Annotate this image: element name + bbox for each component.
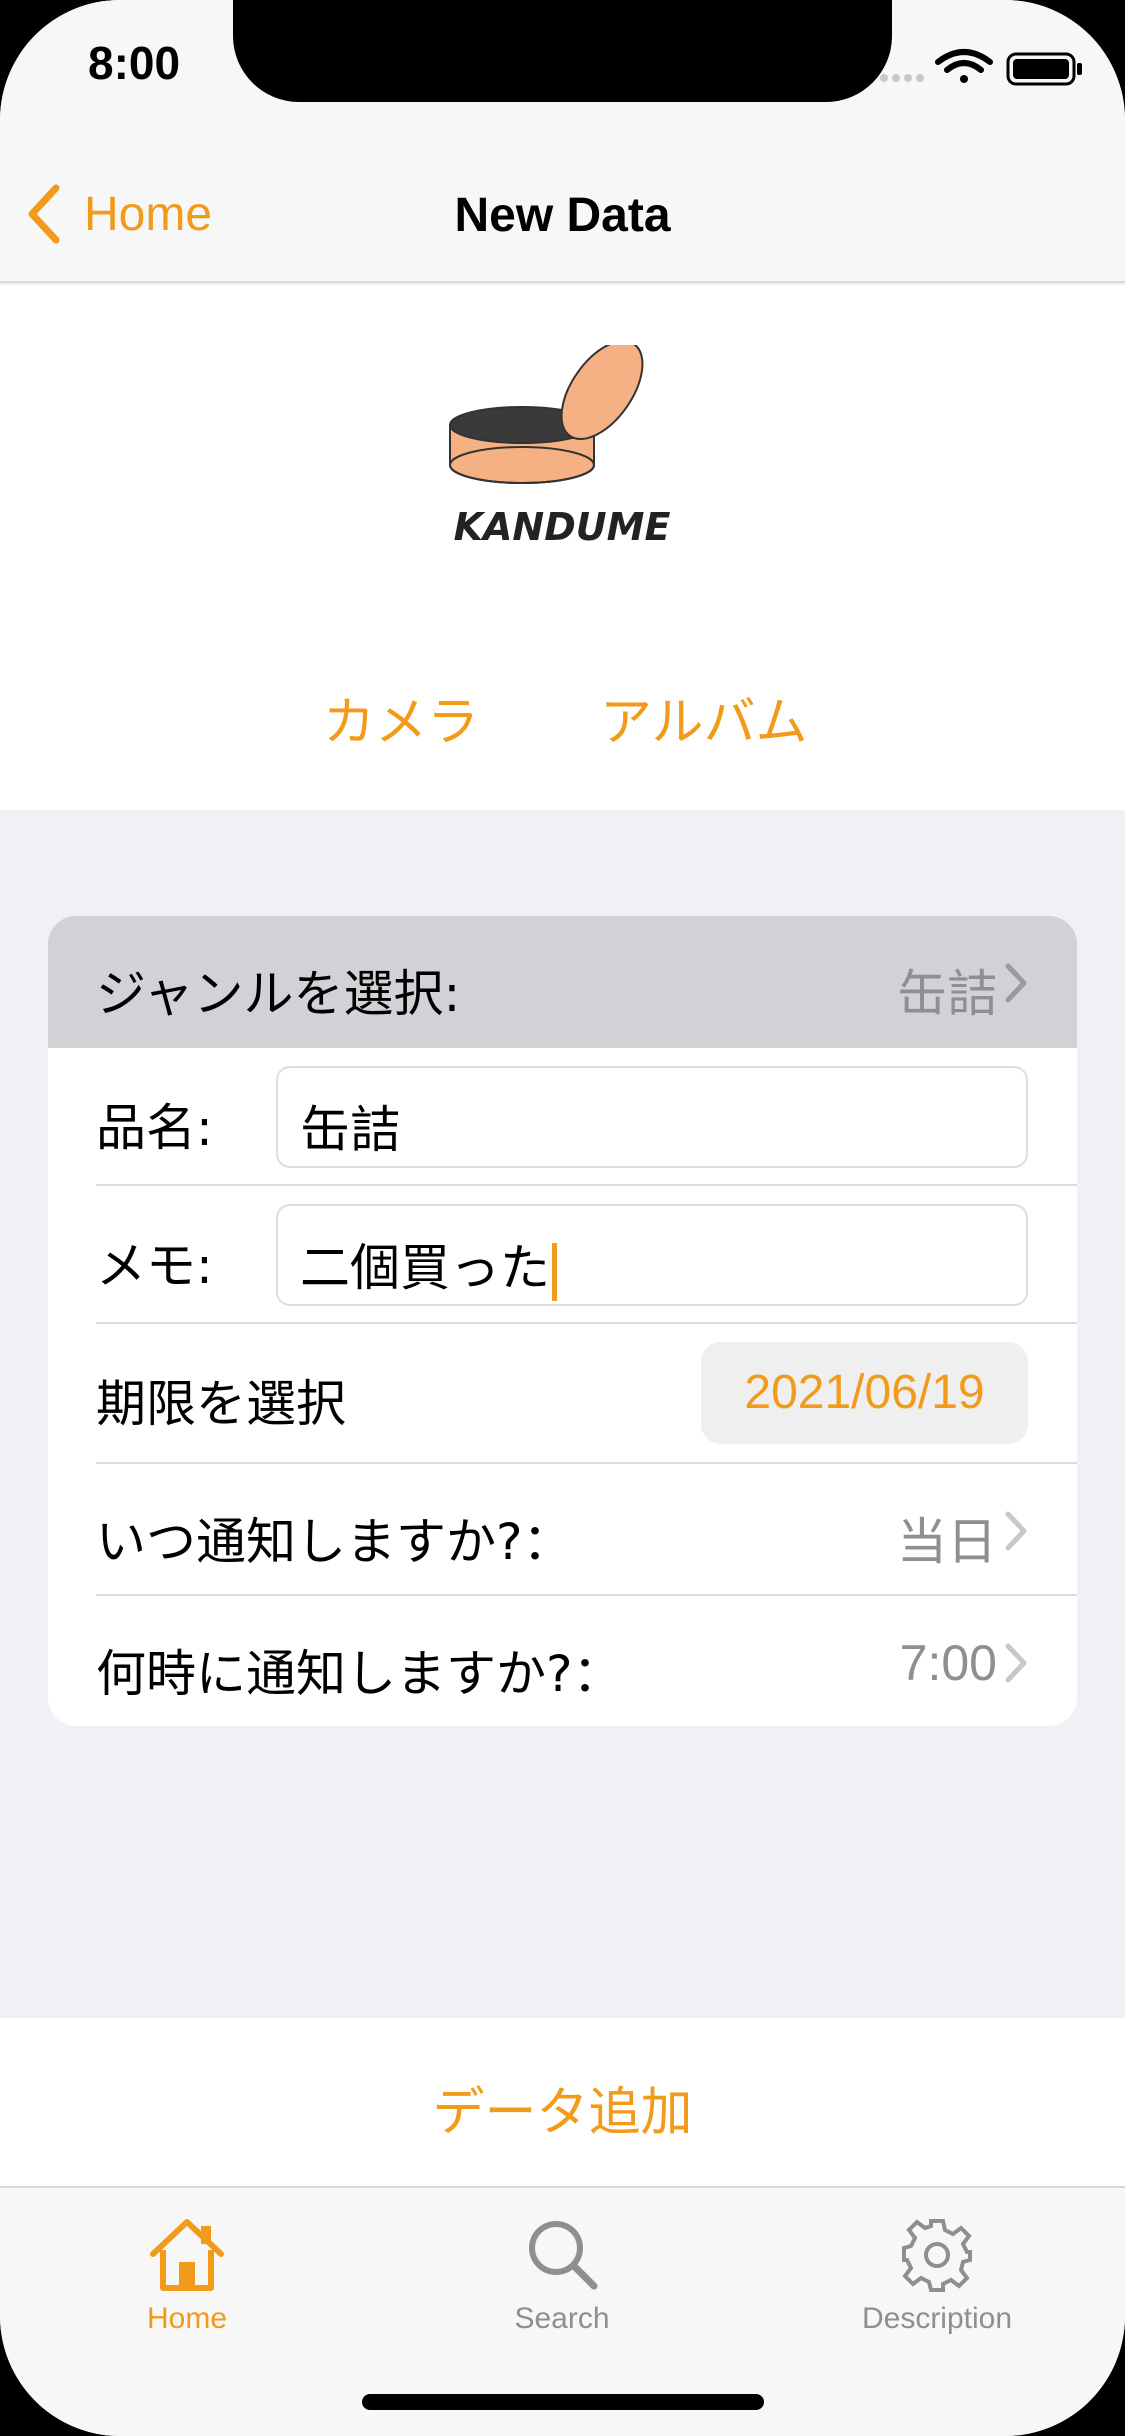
memo-field[interactable]: 二個買った (276, 1204, 1028, 1306)
name-label: 品名: (96, 1099, 213, 1157)
status-bar: 8:00 (0, 0, 1125, 140)
gear-icon (902, 2219, 972, 2292)
house-icon (150, 2219, 224, 2291)
album-button[interactable]: アルバム (600, 680, 807, 755)
memo-text: 二個買った (300, 1239, 550, 1297)
deadline-row: 期限を選択 2021/06/19 (48, 1324, 1077, 1462)
camera-button[interactable]: カメラ (323, 680, 479, 755)
genre-value: 缶詰 (897, 965, 997, 1023)
notch (233, 0, 892, 102)
logo-text: KANDUME (454, 505, 671, 549)
memo-label: メモ: (96, 1237, 213, 1295)
page-title: New Data (454, 189, 671, 242)
wifi-icon (935, 49, 993, 83)
chevron-right-icon (1005, 1511, 1027, 1551)
kandume-logo: KANDUME (449, 345, 671, 549)
notify-when-row[interactable]: いつ通知しますか?： 当日 (48, 1464, 1077, 1594)
deadline-label: 期限を選択 (96, 1375, 346, 1433)
tab-search[interactable]: Search (442, 2216, 682, 2336)
add-data-area: データ追加 (0, 2018, 1125, 2186)
tab-search-label: Search (514, 2302, 610, 2335)
genre-row[interactable]: ジャンルを選択: 缶詰 (48, 916, 1077, 1048)
home-indicator (362, 2394, 764, 2410)
memo-field-text: 二個買った (300, 1228, 557, 1301)
notify-time-row[interactable]: 何時に通知しますか?： 7:00 (48, 1596, 1077, 1726)
tab-home-label: Home (146, 2302, 228, 2335)
signal-icon (880, 74, 924, 82)
memo-row: メモ: 二個買った (48, 1186, 1077, 1324)
app-screen: 8:00 Home New Data KANDUME カメラ アルバム ジャンル… (0, 0, 1125, 2436)
tab-home[interactable]: Home (67, 2216, 307, 2336)
form-card: ジャンルを選択: 缶詰 品名: 缶詰 メモ: 二個買った 期限を選択 2021/… (48, 916, 1077, 1726)
notify-time-value: 7:00 (899, 1635, 997, 1691)
navigation-bar: Home New Data (0, 140, 1125, 283)
status-icons (880, 49, 1082, 86)
battery-icon (1006, 52, 1082, 86)
magnifier-icon (529, 2221, 598, 2290)
name-field-text: 缶詰 (300, 1101, 400, 1159)
genre-label: ジャンルを選択: (96, 965, 461, 1023)
notify-time-label: 何時に通知しますか?： (96, 1645, 623, 1703)
chevron-right-icon (1005, 1643, 1027, 1683)
notify-when-label: いつ通知しますか?： (96, 1513, 573, 1571)
image-header: KANDUME カメラ アルバム (0, 285, 1125, 810)
name-row: 品名: 缶詰 (48, 1048, 1077, 1186)
notify-when-value: 当日 (897, 1513, 997, 1571)
name-field[interactable]: 缶詰 (276, 1066, 1028, 1168)
status-time: 8:00 (88, 37, 181, 89)
add-data-button[interactable]: データ追加 (0, 2070, 1125, 2145)
tab-description[interactable]: Description (817, 2216, 1057, 2336)
text-caret (552, 1242, 557, 1301)
chevron-right-icon (1005, 963, 1027, 1003)
date-picker[interactable]: 2021/06/19 (701, 1342, 1028, 1444)
tab-description-label: Description (861, 2302, 1013, 2335)
